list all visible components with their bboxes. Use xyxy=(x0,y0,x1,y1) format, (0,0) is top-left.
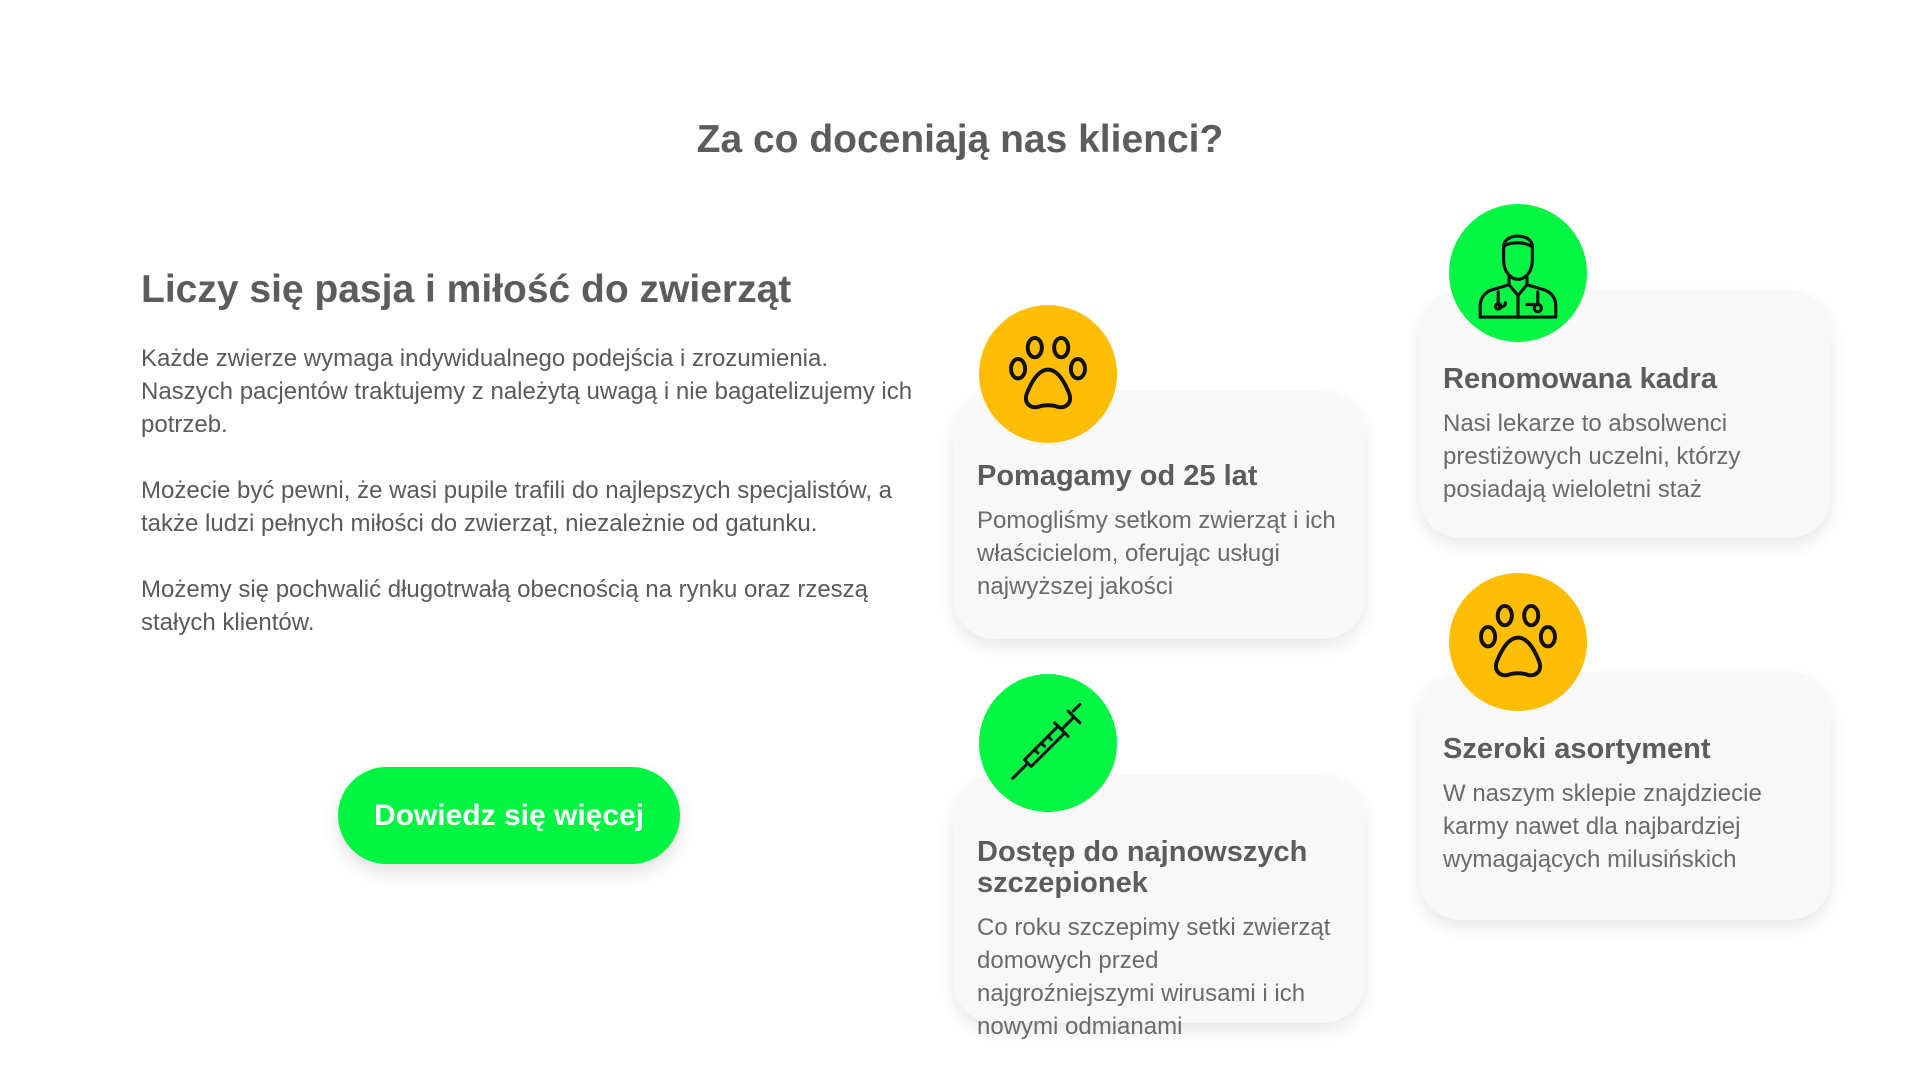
feature-title: Szeroki asortyment xyxy=(1443,733,1711,765)
feature-description: Nasi lekarze to absolwenci prestiżowych … xyxy=(1443,410,1741,503)
page: Za co doceniają nas klienci? Liczy się p… xyxy=(0,0,1920,1077)
intro-paragraph: Każde zwierze wymaga indywidualnego pode… xyxy=(141,345,913,438)
feature-description: Pomogliśmy setkom zwierząt i ich właścic… xyxy=(977,507,1336,600)
feature-badge xyxy=(979,305,1117,443)
feature-card-assortment: Szeroki asortyment W naszym sklepie znaj… xyxy=(1419,672,1831,920)
feature-description: W naszym sklepie znajdziecie karmy nawet… xyxy=(1443,780,1762,873)
feature-badge xyxy=(1449,573,1587,711)
doctor-icon xyxy=(1478,234,1558,319)
feature-title: Renomowana kadra xyxy=(1443,363,1717,395)
learn-more-button[interactable]: Dowiedz się więcej xyxy=(338,767,680,864)
intro-paragraph: Możecie być pewni, że wasi pupile trafil… xyxy=(141,477,893,537)
feature-description: Co roku szczepimy setki zwierząt domowyc… xyxy=(977,914,1331,1040)
syringe-icon xyxy=(1011,702,1082,780)
intro-title: Liczy się pasja i miłość do zwierząt xyxy=(141,268,792,311)
feature-title: Pomagamy od 25 lat xyxy=(977,460,1258,492)
feature-title: Dostęp do najnowszych szczepionek xyxy=(977,836,1308,899)
feature-badge xyxy=(979,674,1117,812)
paw-icon xyxy=(1009,335,1087,410)
page-title: Za co doceniają nas klienci? xyxy=(696,118,1224,161)
paw-icon xyxy=(1479,603,1557,678)
feature-badge xyxy=(1449,204,1587,342)
feature-card-vaccines: Dostęp do najnowszych szczepionek Co rok… xyxy=(953,775,1365,1040)
intro-section: Liczy się pasja i miłość do zwierząt Każ… xyxy=(141,268,921,672)
intro-paragraph: Możemy się pochwalić długotrwałą obecnoś… xyxy=(141,576,869,636)
